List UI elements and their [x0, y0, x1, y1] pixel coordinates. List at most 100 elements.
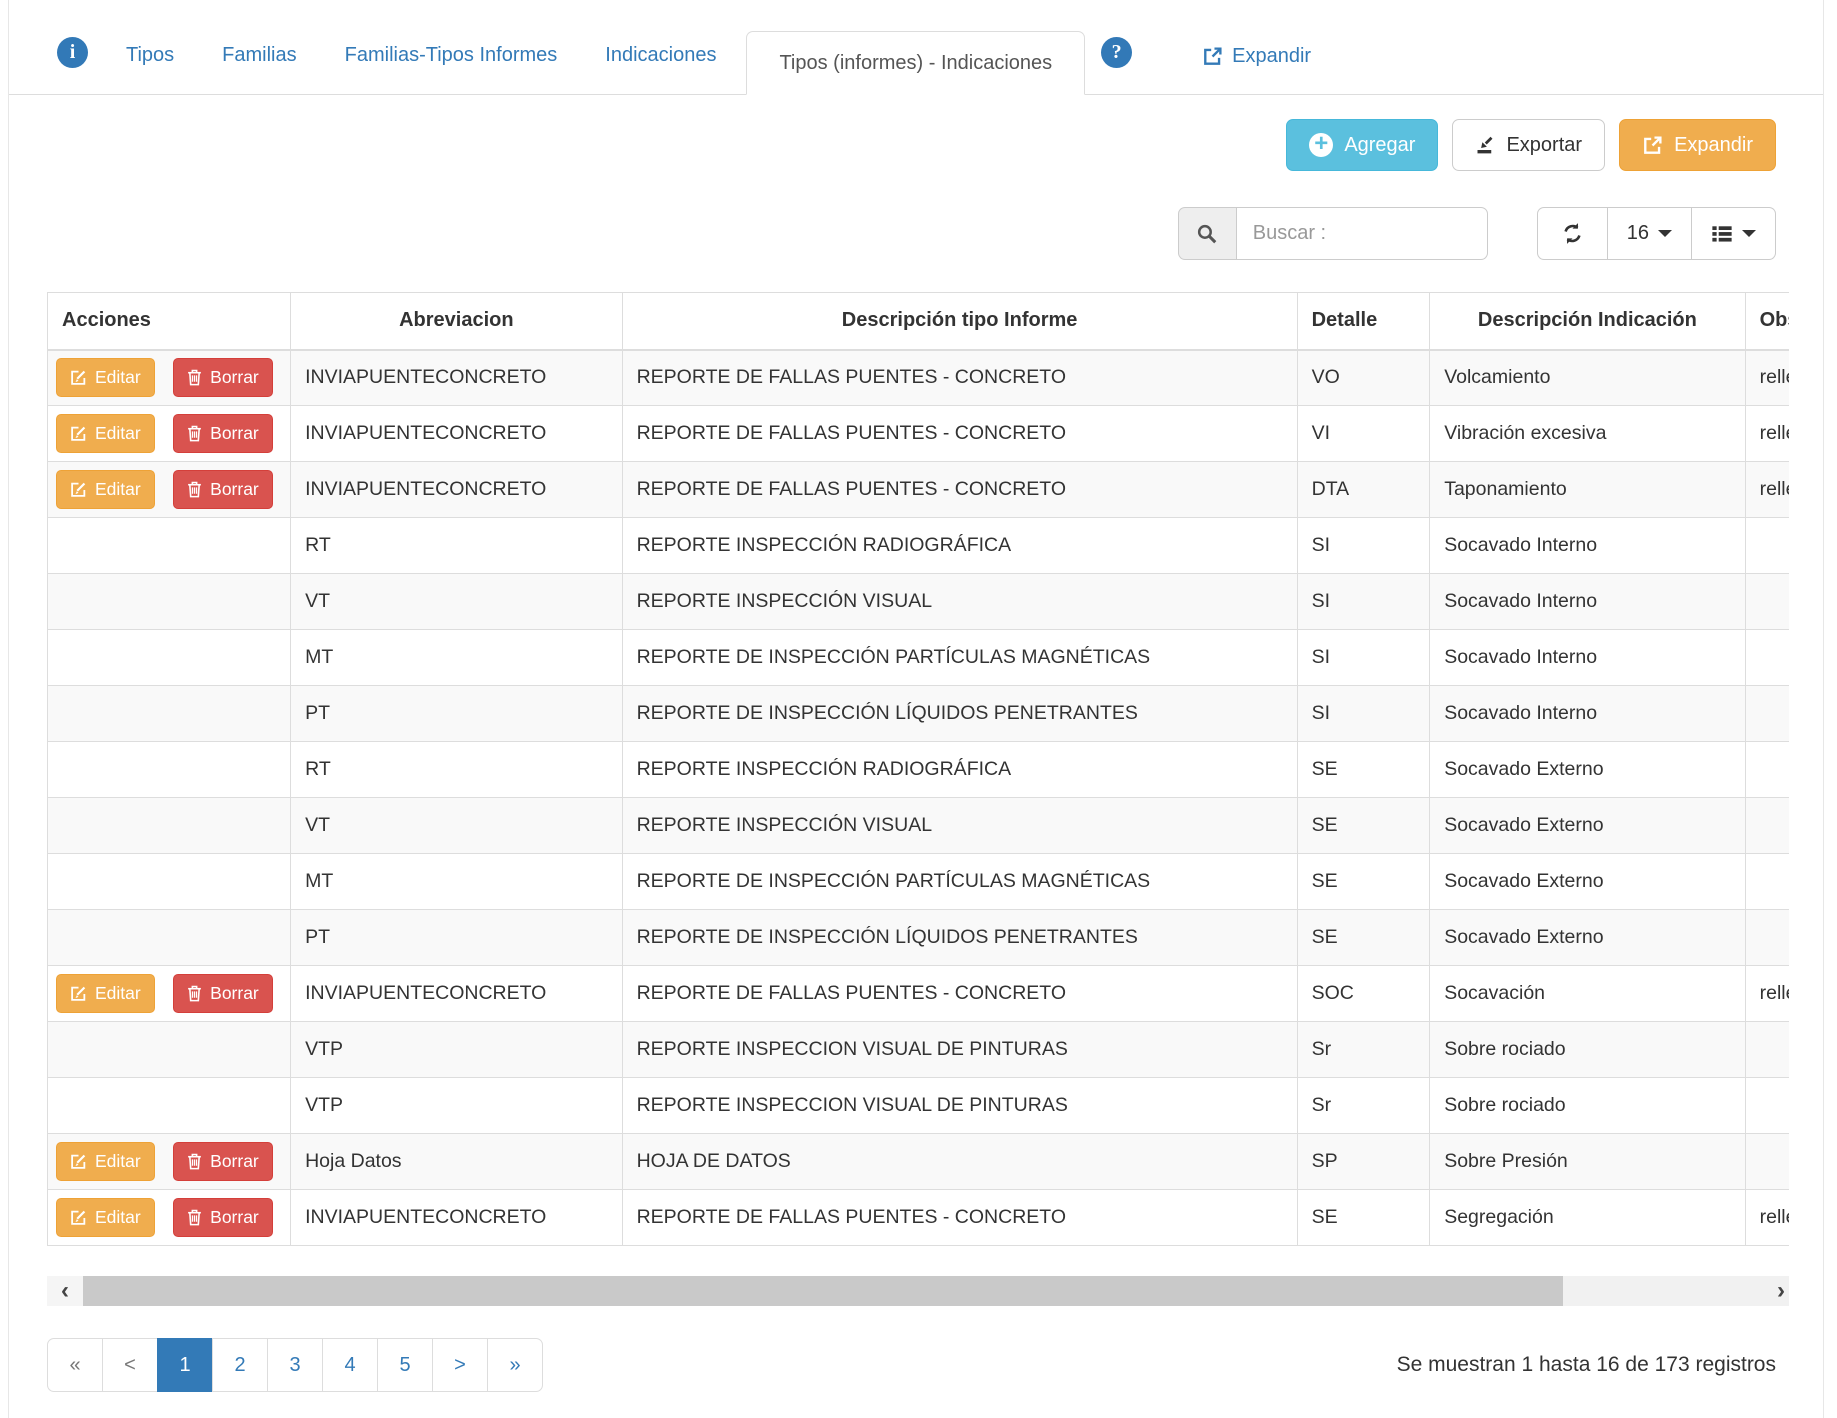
table-row: Editar Borrar INVIAPUENTECONCRETO REPORT… [48, 350, 1790, 406]
cell-observacion: relleno [1745, 966, 1789, 1022]
cell-tipo-informe: REPORTE DE FALLAS PUENTES - CONCRETO [622, 350, 1297, 406]
cell-tipo-informe: REPORTE INSPECCIÓN VISUAL [622, 798, 1297, 854]
table-row: PT REPORTE DE INSPECCIÓN LÍQUIDOS PENETR… [48, 686, 1790, 742]
edit-icon [70, 1209, 87, 1226]
edit-button[interactable]: Editar [56, 358, 155, 397]
table-row: MT REPORTE DE INSPECCIÓN PARTÍCULAS MAGN… [48, 854, 1790, 910]
cell-indicacion: Socavado Interno [1430, 518, 1745, 574]
cell-abreviacion: MT [291, 630, 622, 686]
edit-button[interactable]: Editar [56, 414, 155, 453]
cell-tipo-informe: REPORTE INSPECCIÓN RADIOGRÁFICA [622, 742, 1297, 798]
search-row: 16 [9, 171, 1823, 260]
cell-abreviacion: PT [291, 686, 622, 742]
delete-button[interactable]: Borrar [173, 414, 273, 453]
cell-acciones: Editar Borrar [48, 1190, 291, 1246]
add-button[interactable]: + Agregar [1286, 119, 1438, 171]
tab-link[interactable]: Familias [198, 44, 320, 94]
cell-tipo-informe: REPORTE INSPECCIÓN RADIOGRÁFICA [622, 518, 1297, 574]
delete-button[interactable]: Borrar [173, 470, 273, 509]
edit-button[interactable]: Editar [56, 470, 155, 509]
expand-link[interactable]: Expandir [1202, 45, 1311, 68]
delete-button[interactable]: Borrar [173, 1198, 273, 1237]
delete-button-label: Borrar [210, 1151, 259, 1172]
table-header-row: AccionesAbreviacionDescripción tipo Info… [48, 293, 1790, 350]
edit-button[interactable]: Editar [56, 1198, 155, 1237]
delete-button[interactable]: Borrar [173, 974, 273, 1013]
page-size-dropdown[interactable]: 16 [1608, 207, 1692, 260]
scroll-right-icon[interactable]: › [1777, 1276, 1785, 1306]
tab-bar: i TiposFamiliasFamilias-Tipos InformesIn… [9, 0, 1823, 95]
tab-link[interactable]: Indicaciones [581, 44, 740, 94]
cell-observacion [1745, 854, 1789, 910]
table-row: Editar Borrar INVIAPUENTECONCRETO REPORT… [48, 462, 1790, 518]
column-header: Descripción Indicación [1430, 293, 1745, 350]
trash-icon [187, 481, 202, 498]
delete-button-label: Borrar [210, 423, 259, 444]
search-input[interactable] [1236, 207, 1488, 260]
edit-button[interactable]: Editar [56, 1142, 155, 1181]
tabs-panel: i TiposFamiliasFamilias-Tipos InformesIn… [8, 0, 1824, 1418]
cell-tipo-informe: REPORTE DE FALLAS PUENTES - CONCRETO [622, 462, 1297, 518]
table-row: RT REPORTE INSPECCIÓN RADIOGRÁFICA SI So… [48, 518, 1790, 574]
cell-indicacion: Socavado Externo [1430, 742, 1745, 798]
page-button[interactable]: 4 [322, 1338, 378, 1392]
page-button[interactable]: 2 [212, 1338, 268, 1392]
edit-button[interactable]: Editar [56, 974, 155, 1013]
cell-indicacion: Socavado Interno [1430, 574, 1745, 630]
columns-dropdown[interactable] [1692, 207, 1776, 260]
cell-abreviacion: INVIAPUENTECONCRETO [291, 406, 622, 462]
cell-detalle: SI [1297, 518, 1430, 574]
cell-detalle: VI [1297, 406, 1430, 462]
scroll-left-icon[interactable]: ‹ [47, 1276, 83, 1306]
page-button[interactable]: 3 [267, 1338, 323, 1392]
edit-button-label: Editar [95, 367, 141, 388]
tab-link[interactable]: Familias-Tipos Informes [321, 44, 582, 94]
cell-tipo-informe: REPORTE INSPECCION VISUAL DE PINTURAS [622, 1022, 1297, 1078]
cell-acciones: Editar Borrar [48, 462, 291, 518]
column-header: Acciones [48, 293, 291, 350]
cell-abreviacion: INVIAPUENTECONCRETO [291, 966, 622, 1022]
cell-detalle: VO [1297, 350, 1430, 406]
table-row: VTP REPORTE INSPECCION VISUAL DE PINTURA… [48, 1022, 1790, 1078]
search-addon[interactable] [1178, 207, 1236, 260]
horizontal-scrollbar[interactable]: ‹ › [47, 1276, 1789, 1306]
cell-acciones [48, 910, 291, 966]
cell-indicacion: Segregación [1430, 1190, 1745, 1246]
delete-button[interactable]: Borrar [173, 1142, 273, 1181]
page-button[interactable]: « [47, 1338, 103, 1392]
toolbar: + Agregar Exportar Expandir [9, 95, 1823, 171]
page-button[interactable]: 5 [377, 1338, 433, 1392]
scrollbar-thumb[interactable] [83, 1276, 1563, 1306]
cell-observacion [1745, 574, 1789, 630]
delete-button[interactable]: Borrar [173, 358, 273, 397]
page-button[interactable]: » [487, 1338, 543, 1392]
refresh-button[interactable] [1537, 207, 1608, 260]
page-button[interactable]: > [432, 1338, 488, 1392]
table-row: VT REPORTE INSPECCIÓN VISUAL SI Socavado… [48, 574, 1790, 630]
cell-tipo-informe: REPORTE DE INSPECCIÓN LÍQUIDOS PENETRANT… [622, 910, 1297, 966]
table-row: VTP REPORTE INSPECCION VISUAL DE PINTURA… [48, 1078, 1790, 1134]
cell-observacion [1745, 742, 1789, 798]
cell-indicacion: Socavado Externo [1430, 854, 1745, 910]
tab-link[interactable]: Tipos [102, 44, 198, 94]
tab-active[interactable]: Tipos (informes) - Indicaciones [746, 31, 1085, 95]
cell-indicacion: Volcamiento [1430, 350, 1745, 406]
cell-acciones [48, 686, 291, 742]
cell-indicacion: Socavado Externo [1430, 910, 1745, 966]
cell-abreviacion: RT [291, 742, 622, 798]
export-button[interactable]: Exportar [1452, 119, 1605, 171]
page-button[interactable]: 1 [157, 1338, 213, 1392]
external-link-icon [1202, 46, 1223, 67]
cell-tipo-informe: REPORTE INSPECCION VISUAL DE PINTURAS [622, 1078, 1297, 1134]
cell-abreviacion: Hoja Datos [291, 1134, 622, 1190]
question-circle-icon[interactable]: ? [1101, 37, 1132, 68]
expand-link-label: Expandir [1232, 45, 1311, 68]
cell-detalle: SE [1297, 910, 1430, 966]
cell-abreviacion: INVIAPUENTECONCRETO [291, 350, 622, 406]
data-table: AccionesAbreviacionDescripción tipo Info… [47, 292, 1789, 1246]
page-button[interactable]: < [102, 1338, 158, 1392]
cell-detalle: SP [1297, 1134, 1430, 1190]
expand-button[interactable]: Expandir [1619, 119, 1776, 171]
table-scroll-area: AccionesAbreviacionDescripción tipo Info… [47, 292, 1789, 1246]
tab-list: TiposFamiliasFamilias-Tipos InformesIndi… [102, 44, 740, 94]
